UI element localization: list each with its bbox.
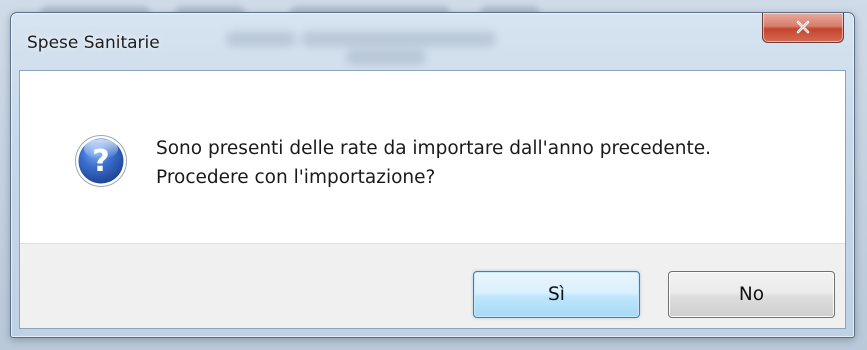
dialog-message: Sono presenti delle rate da importare da…: [156, 134, 711, 192]
yes-button[interactable]: Sì: [473, 271, 640, 318]
question-icon: ?: [75, 135, 127, 187]
message-dialog: Spese Sanitarie ? Sono presenti delle ra…: [10, 12, 855, 338]
no-button[interactable]: No: [668, 271, 835, 318]
svg-text:?: ?: [92, 144, 109, 179]
button-bar: Sì No: [20, 243, 845, 328]
message-line-1: Sono presenti delle rate da importare da…: [156, 138, 711, 159]
message-area: ? Sono presenti delle rate da importare …: [20, 71, 845, 243]
window-title: Spese Sanitarie: [27, 33, 160, 53]
title-bar-blur: [226, 31, 296, 47]
dialog-client-area: ? Sono presenti delle rate da importare …: [19, 70, 846, 329]
close-button[interactable]: [762, 13, 844, 43]
title-bar-blur: [346, 49, 426, 65]
title-bar-blur: [301, 31, 496, 47]
message-line-2: Procedere con l'importazione?: [156, 167, 436, 188]
close-icon: [796, 20, 810, 33]
title-bar[interactable]: Spese Sanitarie: [11, 13, 854, 69]
